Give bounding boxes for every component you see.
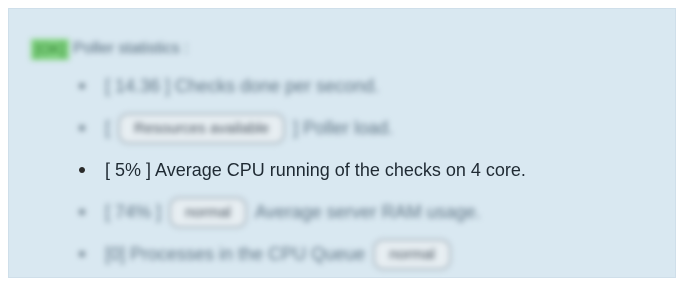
ram-usage-badge: normal [169,196,247,228]
stat-load-prefix: [ [105,117,111,138]
bullet-icon [79,251,85,257]
stat-load-suffix: ] Poller load. [293,117,394,138]
stat-ram-prefix: [ 74% ] [105,201,162,222]
bullet-icon [79,167,85,173]
bullet-icon [79,125,85,131]
cpu-queue-badge: normal [373,238,451,270]
stat-ram-suffix: Average server RAM usage. [254,201,481,222]
poller-statistics-panel: [OK] Poller statistics : [ 14.36 ] Check… [8,8,676,278]
bullet-icon [79,209,85,215]
stat-item-cpu: [ 5% ] Average CPU running of the checks… [79,149,669,191]
stat-item-ram: [ 74% ] normal Average server RAM usage. [79,191,669,233]
poller-statistics-title: Poller statistics : [73,40,189,57]
poller-load-badge: Resources available [118,112,286,144]
bullet-icon [79,83,85,89]
poller-statistics-list: [ 14.36 ] Checks done per second. [ Reso… [79,65,669,275]
stat-item-checks: [ 14.36 ] Checks done per second. [79,65,669,107]
poller-statistics-header: [OK] Poller statistics : [31,37,189,61]
stat-queue-prefix: [0] Processes in the CPU Queue [105,243,366,264]
stat-cpu-text: [ 5% ] Average CPU running of the checks… [105,159,526,180]
status-ok-tag: [OK] [31,38,70,60]
stat-item-queue: [0] Processes in the CPU Queue normal [79,233,669,275]
stat-item-load: [ Resources available ] Poller load. [79,107,669,149]
stat-checks-text: [ 14.36 ] Checks done per second. [105,75,380,96]
